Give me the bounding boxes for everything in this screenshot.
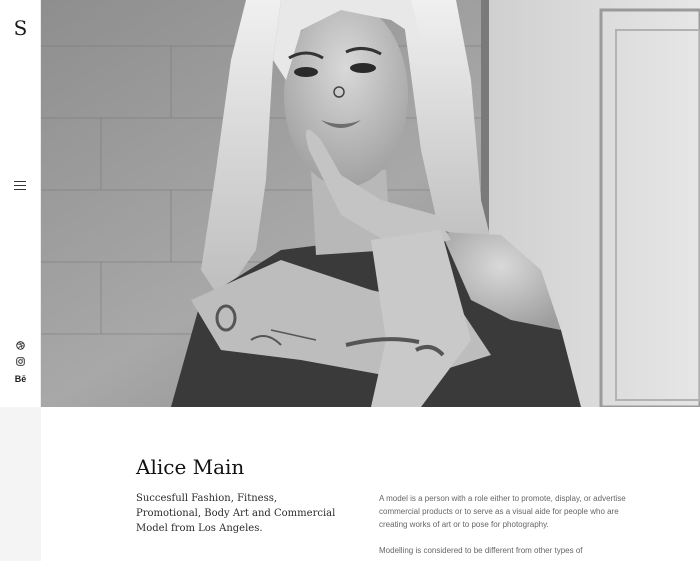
instagram-icon[interactable] bbox=[0, 357, 41, 366]
description-paragraph: A model is a person with a role either t… bbox=[379, 494, 626, 529]
dribbble-icon[interactable] bbox=[0, 341, 41, 350]
description-paragraph: Modelling is considered to be different … bbox=[379, 546, 583, 555]
behance-icon[interactable]: Bē bbox=[0, 374, 41, 384]
site-logo[interactable]: S bbox=[0, 14, 41, 42]
sidebar-lower-panel bbox=[0, 407, 41, 561]
profile-name: Alice Main bbox=[136, 455, 245, 479]
sidebar: S Bē bbox=[0, 0, 41, 407]
hamburger-icon[interactable] bbox=[14, 181, 26, 191]
hero-portrait-photo bbox=[41, 0, 700, 407]
profile-intro: Succesfull Fashion, Fitness, Promotional… bbox=[136, 493, 336, 534]
profile-description: A model is a person with a role either t… bbox=[379, 492, 629, 561]
